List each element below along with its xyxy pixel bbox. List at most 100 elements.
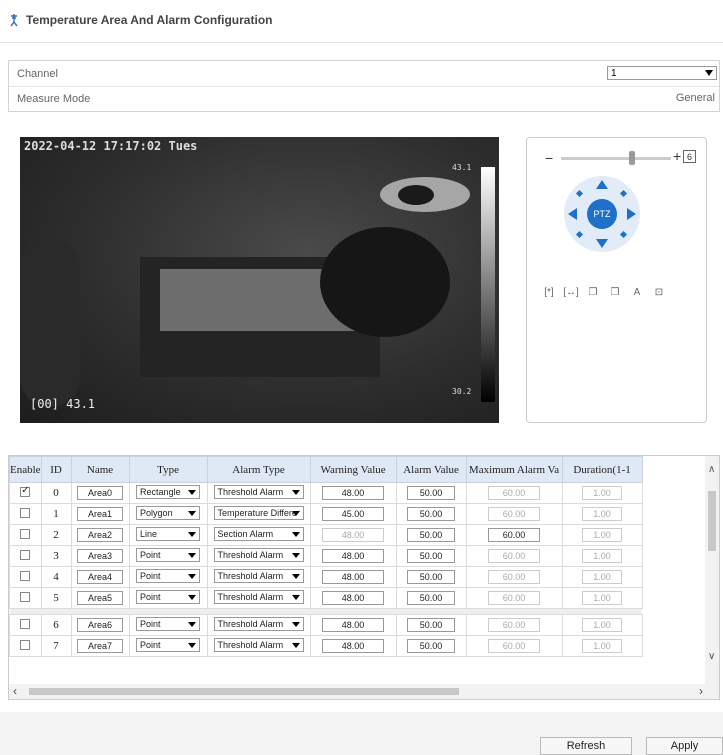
max-alarm-value-input[interactable]: 60.00 <box>488 549 541 563</box>
warning-value-input[interactable]: 48.00 <box>322 570 385 584</box>
area-name-input[interactable]: Area4 <box>77 570 124 584</box>
video-temperature-readout: [00] 43.1 <box>30 397 96 411</box>
duration-input[interactable]: 1.00 <box>582 549 623 563</box>
enable-checkbox[interactable] <box>20 591 31 602</box>
zoom-in-button[interactable]: + <box>673 148 681 164</box>
alarm-type-select[interactable]: Threshold Alarm <box>213 637 304 652</box>
enable-checkbox[interactable] <box>20 485 31 497</box>
warning-value-input[interactable]: 48.00 <box>322 618 385 632</box>
area-name-input[interactable]: Area3 <box>77 549 124 563</box>
apply-button[interactable]: Apply <box>646 737 723 755</box>
type-select[interactable]: Point <box>136 616 201 631</box>
copy-icon[interactable]: ❐ <box>587 286 599 298</box>
area-name-input[interactable]: Area2 <box>77 528 124 542</box>
type-select[interactable]: Polygon <box>136 505 201 520</box>
duration-input[interactable]: 1.00 <box>582 618 623 632</box>
area-name-input[interactable]: Area1 <box>77 507 124 521</box>
ptz-center-button[interactable]: PTZ <box>587 199 617 229</box>
zoom-area-icon[interactable]: [*] <box>543 286 555 298</box>
duration-input[interactable]: 1.00 <box>582 639 623 653</box>
duration-input[interactable]: 1.00 <box>582 507 623 521</box>
alarm-type-select[interactable]: Threshold Alarm <box>213 547 304 562</box>
alarm-type-select[interactable]: Threshold Alarm <box>213 568 304 583</box>
chevron-right-icon[interactable]: › <box>699 684 703 698</box>
type-select[interactable]: Point <box>136 589 201 604</box>
zoom-slider-handle[interactable] <box>629 151 635 165</box>
refresh-button[interactable]: Refresh <box>540 737 632 755</box>
warning-value-input[interactable]: 48.00 <box>322 486 385 500</box>
alarm-value-input[interactable]: 50.00 <box>407 486 456 500</box>
area-name-input[interactable]: Area5 <box>77 591 124 605</box>
alarm-value-input[interactable]: 50.00 <box>407 570 456 584</box>
zoom-out-button[interactable]: − <box>545 150 553 166</box>
warning-value-input[interactable]: 48.00 <box>322 549 385 563</box>
type-select-value: Polygon <box>140 507 173 518</box>
warning-value-input[interactable]: 45.00 <box>322 507 385 521</box>
enable-checkbox[interactable] <box>20 570 31 581</box>
vertical-scroll-thumb[interactable] <box>708 491 716 551</box>
max-alarm-value-input[interactable]: 60.00 <box>488 639 541 653</box>
type-select[interactable]: Line <box>136 526 201 541</box>
area-name-input[interactable]: Area0 <box>77 486 124 500</box>
window-icon[interactable]: ❒ <box>609 286 621 298</box>
alarm-value-input[interactable]: 50.00 <box>407 528 456 542</box>
alarm-value-input[interactable]: 50.00 <box>407 618 456 632</box>
type-select[interactable]: Rectangle <box>136 484 201 499</box>
alarm-type-select[interactable]: Temperature Differe <box>213 505 304 520</box>
enable-checkbox[interactable] <box>20 528 31 539</box>
chevron-down-icon[interactable]: ∨ <box>708 651 715 662</box>
alarm-type-select[interactable]: Threshold Alarm <box>213 589 304 604</box>
enable-checkbox[interactable] <box>20 618 31 629</box>
max-alarm-value-cell: 60.00 <box>465 587 563 609</box>
enable-checkbox[interactable] <box>20 549 31 560</box>
area-name-input[interactable]: Area6 <box>77 618 124 632</box>
type-select[interactable]: Point <box>136 547 201 562</box>
max-alarm-value-input[interactable]: 60.00 <box>488 618 541 632</box>
text-icon[interactable]: A <box>631 286 643 298</box>
enable-checkbox[interactable] <box>20 639 31 650</box>
page-title: Temperature Area And Alarm Configuration <box>6 10 272 30</box>
duration-input[interactable]: 1.00 <box>582 528 623 542</box>
type-cell: Point <box>128 566 208 588</box>
fit-width-icon[interactable]: [↔] <box>563 286 579 298</box>
arrow-up-icon[interactable] <box>596 180 608 189</box>
alarm-type-select[interactable]: Threshold Alarm <box>213 484 304 499</box>
alarm-value-input[interactable]: 50.00 <box>407 549 456 563</box>
duration-input[interactable]: 1.00 <box>582 570 623 584</box>
warning-value-input[interactable]: 48.00 <box>322 591 385 605</box>
warning-value-input[interactable]: 48.00 <box>322 639 385 653</box>
page-title-text: Temperature Area And Alarm Configuration <box>26 13 273 27</box>
duration-input[interactable]: 1.00 <box>582 591 623 605</box>
alarm-value-input[interactable]: 50.00 <box>407 591 456 605</box>
alarm-type-select[interactable]: Threshold Alarm <box>213 616 304 631</box>
type-select[interactable]: Point <box>136 568 201 583</box>
arrow-left-icon[interactable] <box>568 208 577 220</box>
alarm-value-input[interactable]: 50.00 <box>407 507 456 521</box>
max-alarm-value-input[interactable]: 60.00 <box>488 591 541 605</box>
channel-select[interactable]: 1 <box>607 66 717 80</box>
chevron-up-icon[interactable]: ∧ <box>708 464 715 475</box>
max-alarm-value-input[interactable]: 60.00 <box>488 507 541 521</box>
alarm-type-select[interactable]: Section Alarm <box>213 526 304 541</box>
zoom-slider[interactable] <box>561 157 671 160</box>
thermal-video-preview[interactable]: 2022-04-12 17:17:02 Tues [00] 43.1 43.1 … <box>20 137 499 423</box>
duration-input[interactable]: 1.00 <box>582 486 623 500</box>
type-select[interactable]: Point <box>136 637 201 652</box>
vertical-scrollbar[interactable]: ∧ ∨ <box>705 456 719 686</box>
arrow-down-icon[interactable] <box>596 239 608 248</box>
max-alarm-value-input[interactable]: 60.00 <box>488 486 541 500</box>
horizontal-scroll-thumb[interactable] <box>29 688 459 695</box>
area-name-input[interactable]: Area7 <box>77 639 124 653</box>
fullscreen-icon[interactable]: ⊡ <box>653 286 665 298</box>
alarm-value-input[interactable]: 50.00 <box>407 639 456 653</box>
measure-mode-value: General <box>675 92 715 104</box>
arrow-right-icon[interactable] <box>627 208 636 220</box>
max-alarm-value-input[interactable]: 60.00 <box>488 570 541 584</box>
max-alarm-value-input[interactable]: 60.00 <box>488 528 541 542</box>
chevron-left-icon[interactable]: ‹ <box>13 684 17 698</box>
enable-checkbox[interactable] <box>20 507 31 518</box>
warning-value-input[interactable]: 48.00 <box>322 528 385 542</box>
name-cell: Area4 <box>70 566 130 588</box>
zoom-value-input[interactable]: 6 <box>683 150 696 163</box>
horizontal-scrollbar[interactable]: ‹ › <box>9 684 719 699</box>
